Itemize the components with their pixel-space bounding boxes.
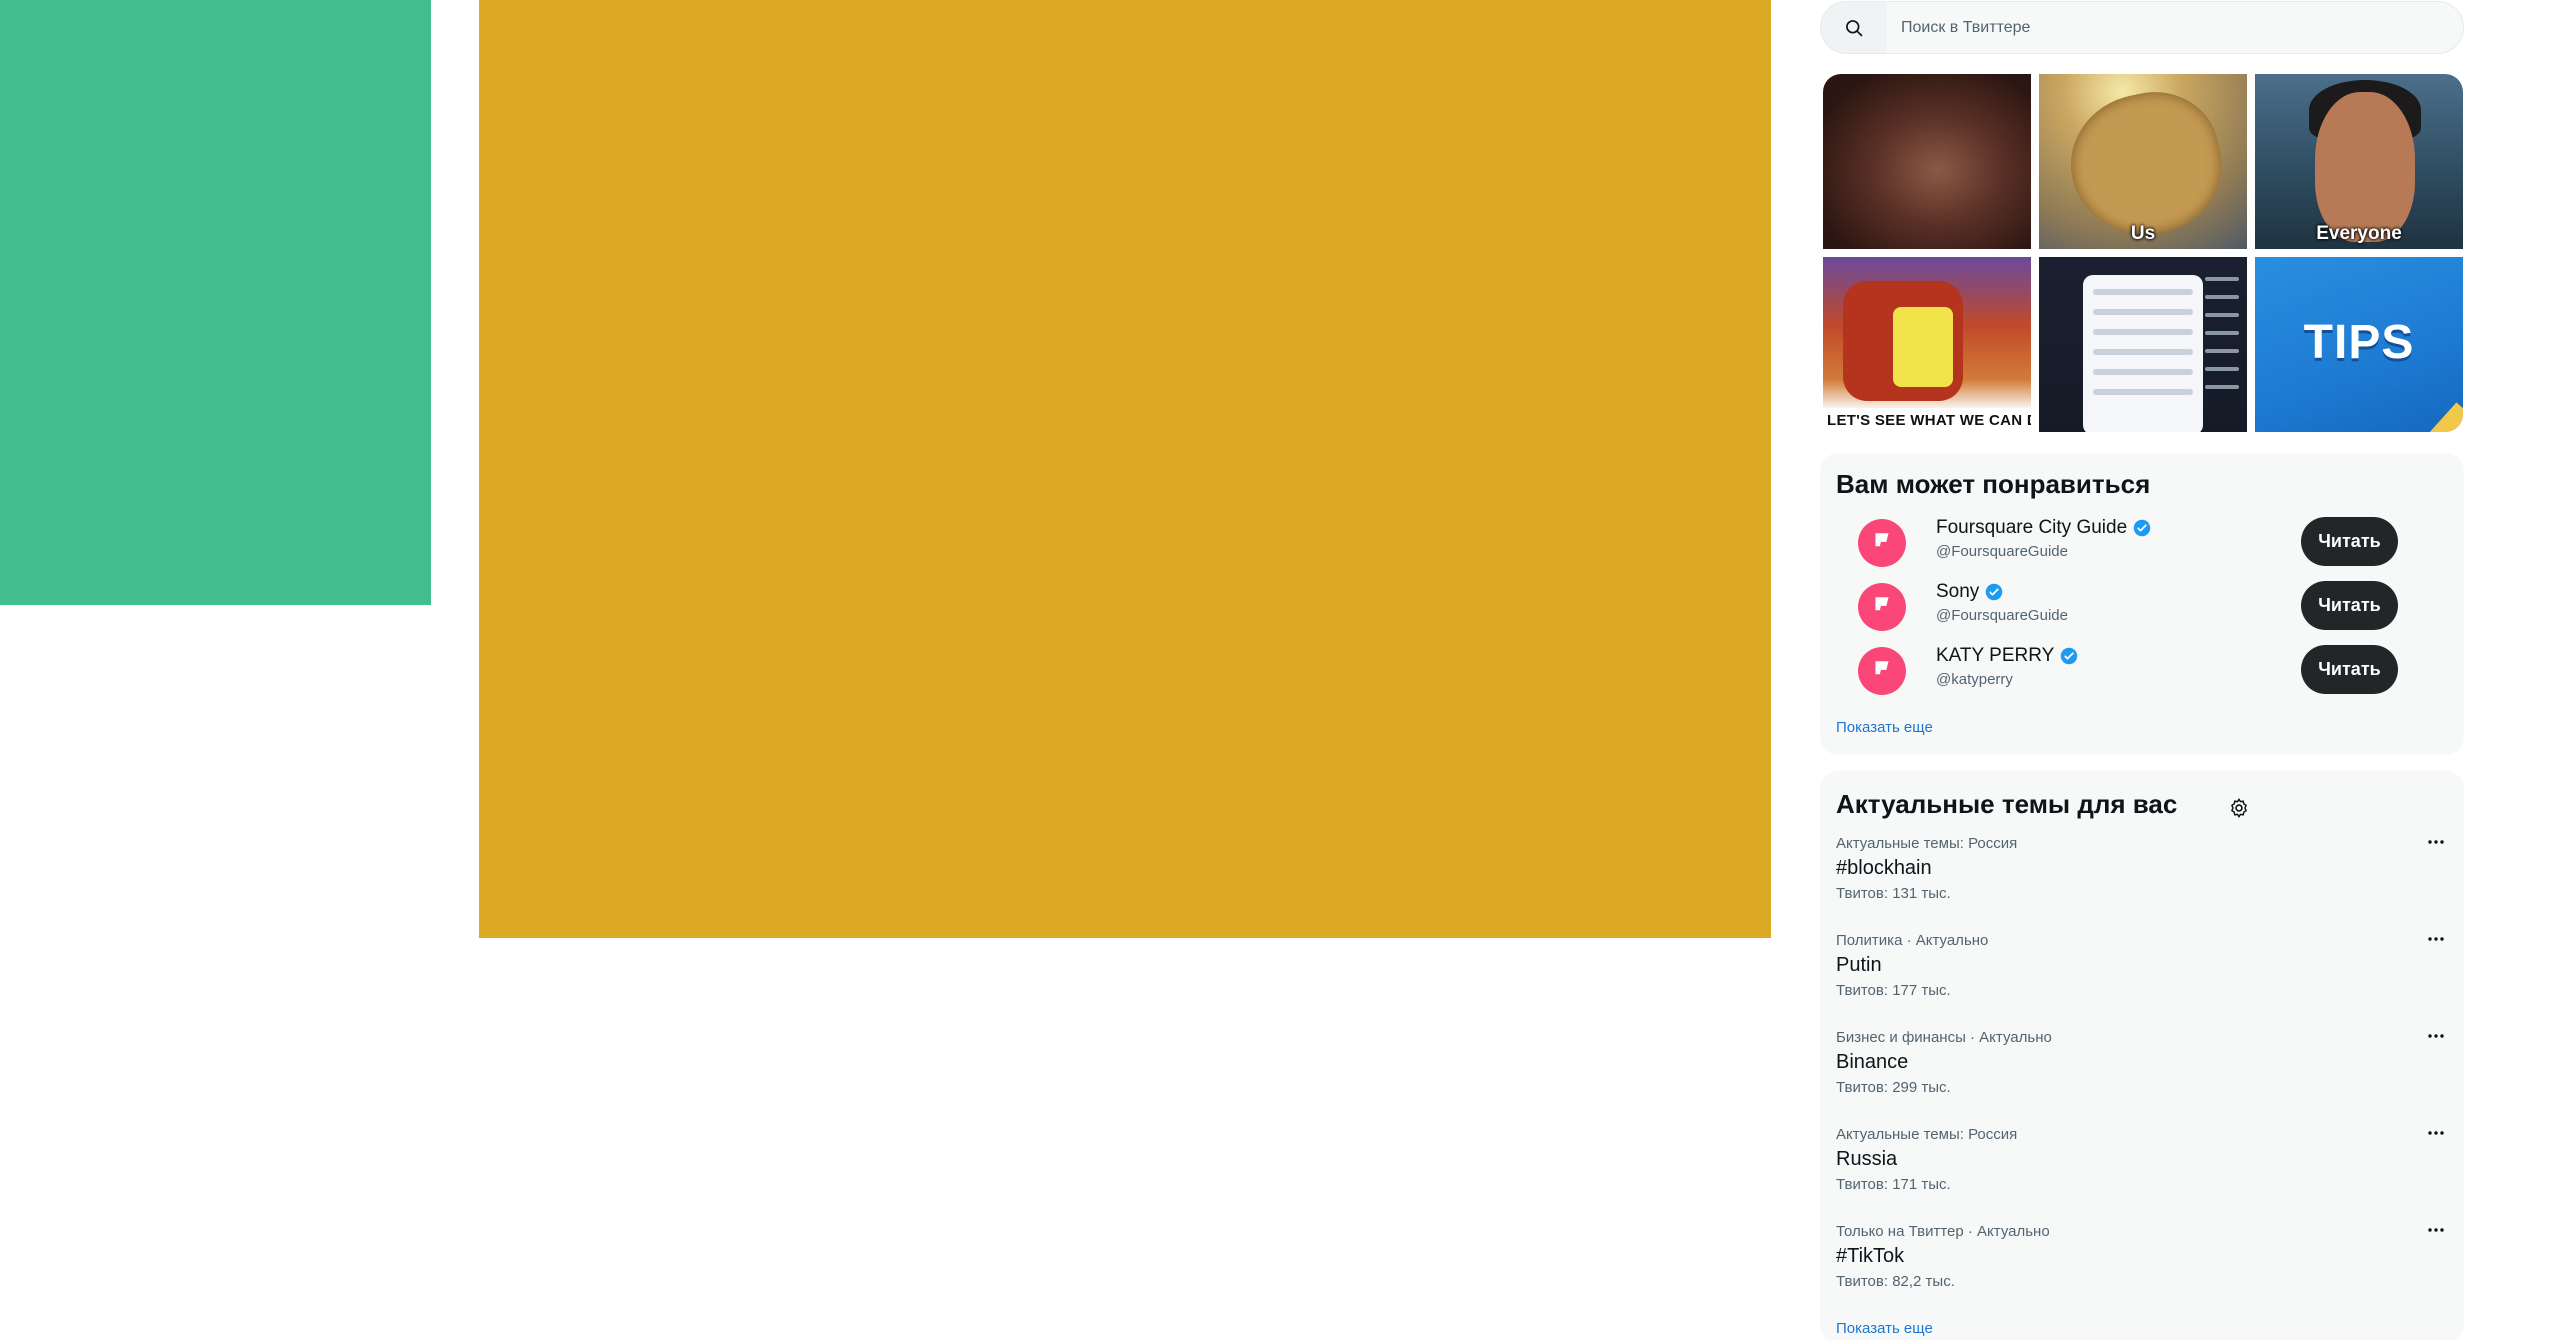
who-to-follow-card: Вам может понравиться Foursquare City Gu… (1820, 453, 2464, 755)
gear-icon[interactable] (2228, 797, 2250, 819)
face-shape (2315, 92, 2415, 242)
suggested-user[interactable]: Foursquare City Guide @FoursquareGuide Ч… (1858, 515, 2426, 571)
search-icon[interactable] (1821, 2, 1887, 53)
user-name[interactable]: Foursquare City Guide (1936, 517, 2151, 539)
sponge-shape (1893, 307, 1953, 387)
suggested-user[interactable]: KATY PERRY @katyperry Читать (1858, 643, 2426, 699)
follow-button[interactable]: Читать (2301, 581, 2398, 630)
user-name-text[interactable]: Sony (1936, 581, 1979, 603)
tips-text: TIPS (2303, 316, 2415, 369)
verified-badge-icon (2061, 647, 2078, 665)
show-more-link[interactable]: Показать еще (1836, 719, 1933, 736)
foursquare-avatar[interactable] (1858, 583, 1906, 631)
more-options-icon[interactable] (2424, 835, 2448, 849)
trend-meta: Актуальные темы: Россия (1836, 835, 2018, 852)
more-options-icon[interactable] (2424, 932, 2448, 946)
trends-title: Актуальные темы для вас (1836, 789, 2178, 819)
page: Us Everyone LET'S SEE WHAT WE CAN DO (0, 0, 2560, 1340)
follow-button[interactable]: Читать (2301, 645, 2398, 694)
trend-count: Твитов: 131 тыс. (1836, 885, 1951, 902)
trend-name[interactable]: Putin (1836, 954, 1882, 977)
media-tile-spongebob[interactable]: LET'S SEE WHAT WE CAN DO (1823, 257, 2031, 432)
media-tile-tips[interactable]: TIPS (2255, 257, 2463, 432)
trend-name[interactable]: Russia (1836, 1148, 1897, 1171)
trend-item[interactable]: Актуальные темы: Россия Russia Твитов: 1… (1836, 1126, 2448, 1216)
trend-item[interactable]: Бизнес и финансы · Актуально Binance Тви… (1836, 1029, 2448, 1119)
media-tile-eating[interactable]: Everyone (2255, 74, 2463, 249)
trend-name[interactable]: #blockhain (1836, 857, 1932, 880)
follow-button[interactable]: Читать (2301, 517, 2398, 566)
trends-card: Актуальные темы для вас Актуальные темы:… (1820, 771, 2464, 1340)
trend-item[interactable]: Политика · Актуально Putin Твитов: 177 т… (1836, 932, 2448, 1022)
trend-name[interactable]: #TikTok (1836, 1245, 1904, 1268)
trend-meta: Актуальные темы: Россия (1836, 1126, 2018, 1143)
verified-badge-icon (2133, 519, 2151, 537)
who-to-follow-title: Вам может понравиться (1836, 469, 2151, 499)
more-options-icon[interactable] (2424, 1126, 2448, 1140)
verified-badge-icon (1986, 583, 2003, 601)
foursquare-avatar[interactable] (1858, 519, 1906, 567)
user-name[interactable]: Sony (1936, 581, 2003, 603)
beam-shape (2376, 402, 2463, 432)
media-caption: Everyone (2316, 223, 2402, 244)
center-color-block (479, 0, 1771, 938)
phone-mockup (2083, 275, 2203, 432)
foursquare-avatar[interactable] (1858, 647, 1906, 695)
search-input[interactable] (1887, 2, 2463, 53)
media-tile-hands[interactable] (1823, 74, 2031, 249)
show-more-link[interactable]: Показать еще (1836, 1320, 1933, 1337)
user-handle[interactable]: @katyperry (1936, 671, 2013, 688)
trend-item[interactable]: Только на Твиттер · Актуально #TikTok Тв… (1836, 1223, 2448, 1313)
menu-shape (2205, 277, 2239, 403)
user-name-text[interactable]: Foursquare City Guide (1936, 517, 2127, 539)
trend-item[interactable]: Актуальные темы: Россия #blockhain Твито… (1836, 835, 2448, 925)
left-color-block (0, 0, 431, 605)
media-caption: Us (2130, 223, 2156, 244)
media-grid: Us Everyone LET'S SEE WHAT WE CAN DO TIP… (1823, 74, 2463, 432)
trend-meta: Бизнес и финансы · Актуально (1836, 1029, 2052, 1046)
user-handle[interactable]: @FoursquareGuide (1936, 543, 2068, 560)
media-tile-phone-screenshot[interactable] (2039, 257, 2247, 432)
trend-count: Твитов: 82,2 тыс. (1836, 1273, 1955, 1290)
media-caption: LET'S SEE WHAT WE CAN DO (1823, 408, 2031, 432)
trend-meta: Только на Твиттер · Актуально (1836, 1223, 2050, 1240)
more-options-icon[interactable] (2424, 1029, 2448, 1043)
media-tile-cookie[interactable]: Us (2039, 74, 2247, 249)
user-name[interactable]: KATY PERRY (1936, 645, 2078, 667)
suggested-user[interactable]: Sony @FoursquareGuide Читать (1858, 579, 2426, 635)
trend-count: Твитов: 177 тыс. (1836, 982, 1951, 999)
search-bar[interactable] (1820, 1, 2464, 54)
more-options-icon[interactable] (2424, 1223, 2448, 1237)
trend-count: Твитов: 299 тыс. (1836, 1079, 1951, 1096)
user-handle[interactable]: @FoursquareGuide (1936, 607, 2068, 624)
trend-name[interactable]: Binance (1836, 1051, 1908, 1074)
trend-count: Твитов: 171 тыс. (1836, 1176, 1951, 1193)
user-name-text[interactable]: KATY PERRY (1936, 645, 2054, 667)
trend-meta: Политика · Актуально (1836, 932, 1989, 949)
